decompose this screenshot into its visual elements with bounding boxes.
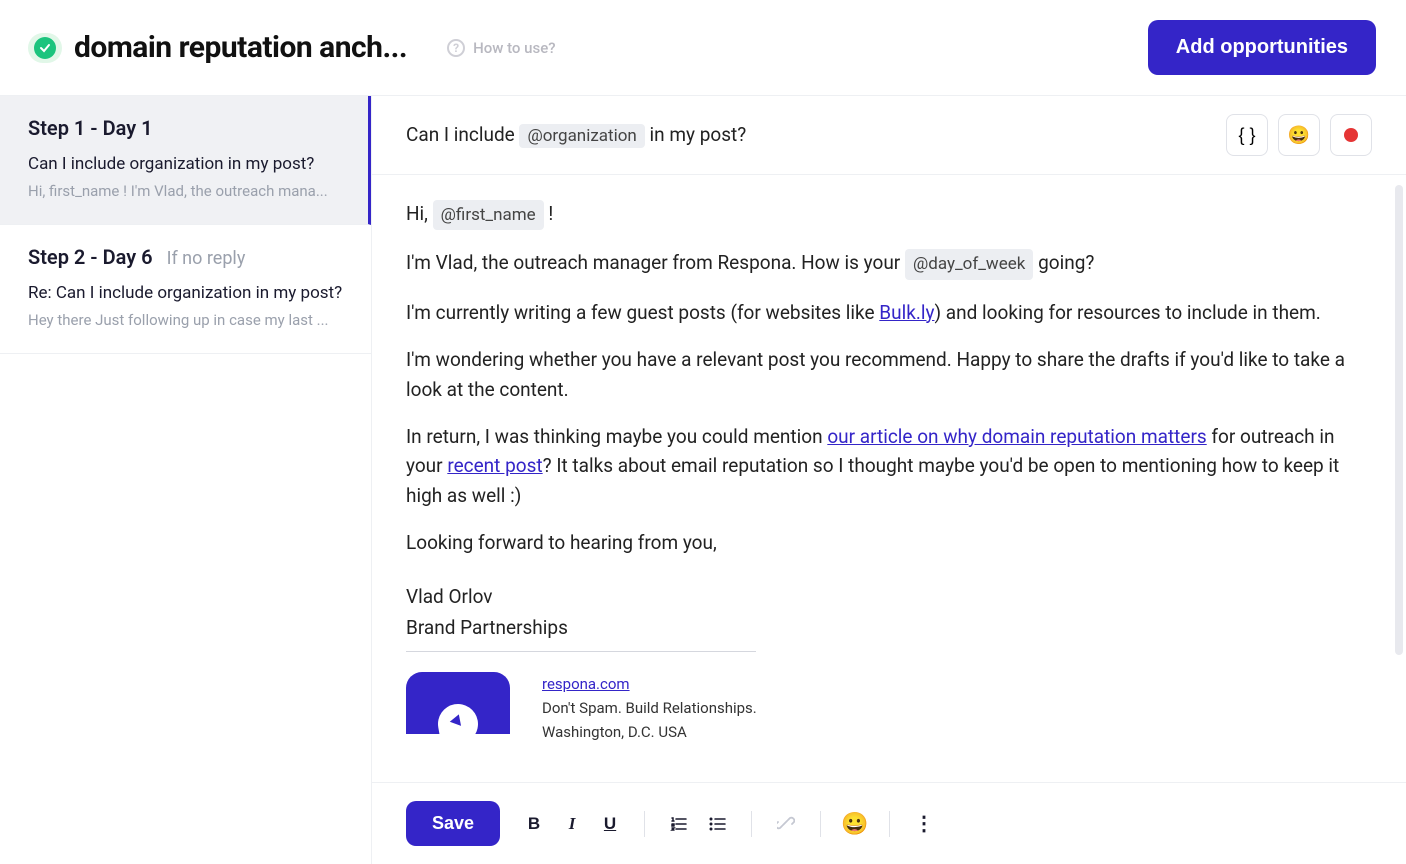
emoji-button[interactable]: 😀 [1278,114,1320,156]
p4-after: ? It talks about email reputation so I t… [406,454,1339,506]
step-preview: Hey there Just following up in case my l… [28,311,343,329]
link-article[interactable]: our article on why domain reputation mat… [827,425,1206,448]
variable-chip-dayofweek[interactable]: @day_of_week [905,249,1033,279]
editor-toolbar: Save B I U 😀 ⋮ [372,782,1406,864]
greeting-prefix: Hi, [406,202,433,225]
p2-after: ) and looking for resources to include i… [934,301,1320,324]
logo-icon [406,672,510,734]
subject-suffix: in my post? [650,123,747,146]
subject-input[interactable]: Can I include @organization in my post? [406,123,746,148]
unordered-list-button[interactable] [701,808,733,840]
emoji-toolbar-button[interactable]: 😀 [839,808,871,840]
divider [820,811,821,837]
step-preview: Hi, first_name ! I'm Vlad, the outreach … [28,182,340,200]
variable-chip-organization[interactable]: @organization [519,124,644,148]
variables-button[interactable]: { } [1226,114,1268,156]
more-button[interactable]: ⋮ [908,808,940,840]
intro-line: I'm Vlad, the outreach manager from Resp… [406,248,1372,279]
content: Step 1 - Day 1 Can I include organizatio… [0,95,1406,864]
title-group: domain reputation anch... [28,30,407,65]
steps-sidebar: Step 1 - Day 1 Can I include organizatio… [0,96,372,864]
signature-block: respona.com Don't Spam. Build Relationsh… [406,672,1372,744]
braces-icon: { } [1238,125,1255,146]
page-title: domain reputation anch... [74,30,407,65]
divider [751,811,752,837]
step-subject: Can I include organization in my post? [28,154,340,174]
step-head: Step 2 - Day 6 If no reply [28,245,343,269]
intro-after: going? [1033,251,1094,274]
link-button[interactable] [770,808,802,840]
p4-before: In return, I was thinking maybe you coul… [406,425,827,448]
step-title: Step 1 - Day 1 [28,116,153,140]
ordered-list-button[interactable] [663,808,695,840]
signature-info: respona.com Don't Spam. Build Relationsh… [542,672,757,744]
underline-button[interactable]: U [594,808,626,840]
italic-button[interactable]: I [556,808,588,840]
closing: Looking forward to hearing from you, [406,528,1372,557]
step-condition: If no reply [167,248,246,269]
how-to-label: How to use? [473,39,555,57]
step-head: Step 1 - Day 1 [28,116,340,140]
bold-button[interactable]: B [518,808,550,840]
scrollbar[interactable] [1395,185,1403,655]
link-bulkly[interactable]: Bulk.ly [879,301,934,324]
emoji-icon: 😀 [1288,125,1310,146]
subject-prefix: Can I include [406,123,515,146]
step-item-1[interactable]: Step 1 - Day 1 Can I include organizatio… [0,96,371,225]
signature-role: Brand Partnerships [406,613,756,651]
how-to-link[interactable]: ? How to use? [447,39,555,57]
subject-tools: { } 😀 [1226,114,1372,156]
step-item-2[interactable]: Step 2 - Day 6 If no reply Re: Can I inc… [0,225,371,354]
unordered-list-icon [708,816,726,832]
greeting-line: Hi, @first_name ! [406,199,1372,230]
intro-before: I'm Vlad, the outreach manager from Resp… [406,251,905,274]
signature-tagline: Don't Spam. Build Relationships. [542,696,757,720]
variable-chip-firstname[interactable]: @first_name [433,200,544,230]
signature-location: Washington, D.C. USA [542,720,757,744]
step-title: Step 2 - Day 6 [28,245,153,269]
p3: I'm wondering whether you have a relevan… [406,345,1372,404]
emoji-icon: 😀 [841,811,868,837]
ordered-list-icon [670,816,688,832]
divider [889,811,890,837]
p2-before: I'm currently writing a few guest posts … [406,301,879,324]
signature-url[interactable]: respona.com [542,675,630,693]
editor-panel: Can I include @organization in my post? … [372,96,1406,864]
link-recent-post[interactable]: recent post [447,454,542,477]
divider [644,811,645,837]
help-icon: ? [447,39,465,57]
subject-row: Can I include @organization in my post? … [372,96,1406,175]
record-button[interactable] [1330,114,1372,156]
status-toggle[interactable] [28,33,62,63]
link-icon [777,815,795,833]
body-editor[interactable]: Hi, @first_name ! I'm Vlad, the outreach… [372,175,1406,782]
arrow-icon [435,700,481,733]
p4: In return, I was thinking maybe you coul… [406,422,1372,510]
save-button[interactable]: Save [406,801,500,846]
record-icon [1344,128,1358,142]
scrollbar-thumb[interactable] [1395,185,1403,655]
body-content: Hi, @first_name ! I'm Vlad, the outreach… [406,199,1372,744]
check-icon [34,37,56,59]
header: domain reputation anch... ? How to use? … [0,0,1406,95]
header-left: domain reputation anch... ? How to use? [28,30,556,65]
add-opportunities-button[interactable]: Add opportunities [1148,20,1376,75]
step-subject: Re: Can I include organization in my pos… [28,283,343,303]
p2: I'm currently writing a few guest posts … [406,298,1372,327]
greeting-suffix: ! [544,202,554,225]
signature-name: Vlad Orlov [406,582,1372,611]
